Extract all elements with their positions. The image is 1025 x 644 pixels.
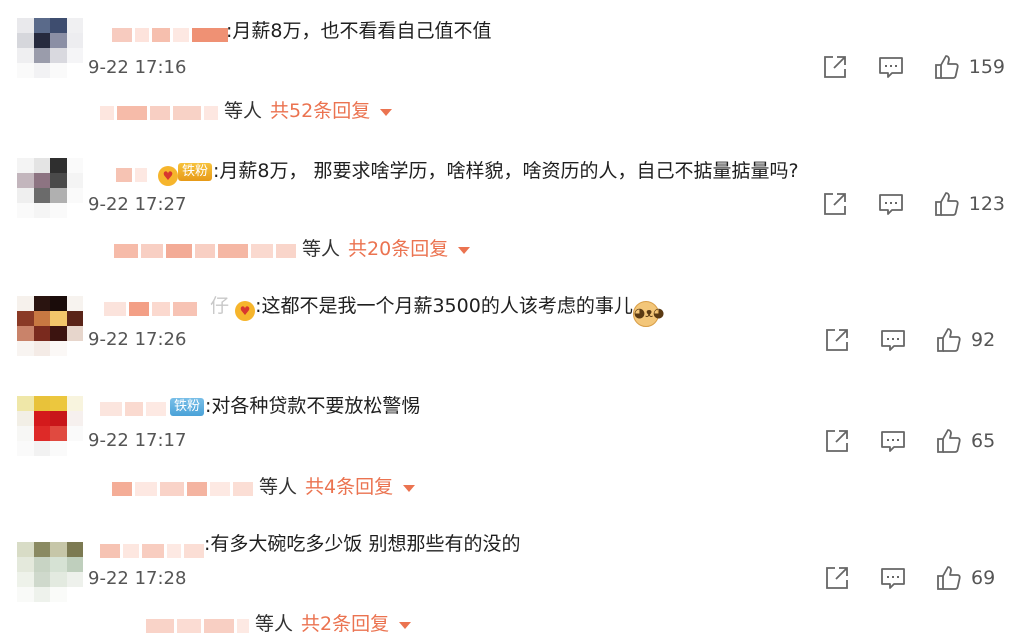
action-bar: 92 bbox=[823, 325, 1005, 355]
like-count: 69 bbox=[971, 567, 996, 589]
comment-icon[interactable] bbox=[879, 564, 907, 592]
comment-text: :有多大碗吃多少饭 别想那些有的没的 bbox=[204, 533, 521, 555]
action-bar: 69 bbox=[823, 563, 1005, 593]
caret-down-icon[interactable] bbox=[458, 246, 471, 254]
share-icon[interactable] bbox=[821, 53, 849, 81]
comment-item: :月薪8万，也不看看自己值不值 9-22 17:16 159 等人 共52条回复 bbox=[0, 0, 1025, 140]
thumbs-up-icon[interactable] bbox=[935, 427, 963, 455]
comment-text: 铁粉:对各种贷款不要放松警惕 bbox=[170, 394, 420, 418]
reply-summary[interactable]: 等人 共52条回复 bbox=[100, 98, 393, 124]
reply-people-label: 等人 bbox=[302, 238, 341, 260]
avatar[interactable] bbox=[17, 18, 83, 78]
reply-total-link[interactable]: 共20条回复 bbox=[348, 236, 448, 262]
comment-icon[interactable] bbox=[879, 427, 907, 455]
username-redacted[interactable] bbox=[112, 24, 228, 42]
fan-heart-icon: ♥ bbox=[235, 301, 256, 321]
reply-summary[interactable]: 等人 共2条回复 bbox=[146, 611, 412, 637]
thumbs-up-icon[interactable] bbox=[935, 564, 963, 592]
username-tail[interactable]: 仔 bbox=[210, 295, 229, 317]
like-count: 92 bbox=[971, 329, 996, 351]
comment-item: 铁粉:对各种贷款不要放松警惕 9-22 17:17 65 等人 共4条回复 bbox=[0, 380, 1025, 516]
comment-time: 9-22 17:26 bbox=[88, 329, 187, 350]
comment-time: 9-22 17:17 bbox=[88, 430, 187, 451]
comment-item: ♥ 铁粉:月薪8万， 那要求啥学历，啥样貌，啥资历的人，自己不掂量掂量吗? 9-2… bbox=[0, 140, 1025, 280]
reply-people-label: 等人 bbox=[224, 100, 263, 122]
reply-total-link[interactable]: 共4条回复 bbox=[305, 474, 393, 500]
reply-usernames-redacted bbox=[114, 240, 296, 258]
comment-item: 仔 ♥:这都不是我一个月薪3500的人该考虑的事儿◕ᴥ◕ 9-22 17:26 … bbox=[0, 280, 1025, 380]
thumbs-up-icon[interactable] bbox=[933, 53, 961, 81]
comment-text: ♥ 铁粉:月薪8万， 那要求啥学历，啥样貌，啥资历的人，自己不掂量掂量吗? bbox=[158, 159, 799, 186]
reply-usernames-redacted bbox=[112, 478, 253, 496]
reply-summary[interactable]: 等人 共20条回复 bbox=[114, 236, 471, 262]
comment-icon[interactable] bbox=[877, 53, 905, 81]
like-count: 65 bbox=[971, 430, 996, 452]
share-icon[interactable] bbox=[821, 190, 849, 218]
share-icon[interactable] bbox=[823, 326, 851, 354]
like-count: 123 bbox=[968, 193, 1005, 215]
like-count: 159 bbox=[968, 56, 1005, 78]
avatar[interactable] bbox=[17, 396, 83, 456]
reply-total-link[interactable]: 共52条回复 bbox=[270, 98, 370, 124]
comment-text: 仔 ♥:这都不是我一个月薪3500的人该考虑的事儿◕ᴥ◕ bbox=[210, 294, 664, 327]
avatar[interactable] bbox=[17, 296, 83, 356]
thumbs-up-icon[interactable] bbox=[935, 326, 963, 354]
action-bar: 159 bbox=[821, 52, 1005, 82]
fan-heart-icon: ♥ bbox=[158, 166, 178, 186]
comment-item: :有多大碗吃多少饭 别想那些有的没的 9-22 17:28 69 等人 共2条回… bbox=[0, 516, 1025, 644]
avatar[interactable] bbox=[17, 542, 83, 602]
reply-total-link[interactable]: 共2条回复 bbox=[301, 611, 389, 637]
avatar[interactable] bbox=[17, 158, 83, 218]
reply-usernames-redacted bbox=[146, 615, 249, 633]
comment-time: 9-22 17:28 bbox=[88, 568, 187, 589]
username-redacted[interactable] bbox=[100, 540, 204, 558]
reply-people-label: 等人 bbox=[255, 613, 294, 635]
comment-text: :月薪8万，也不看看自己值不值 bbox=[226, 20, 492, 42]
reply-people-label: 等人 bbox=[259, 476, 298, 498]
action-bar: 65 bbox=[823, 426, 1005, 456]
fan-badge: 铁粉 bbox=[170, 398, 205, 416]
thumbs-up-icon[interactable] bbox=[933, 190, 961, 218]
share-icon[interactable] bbox=[823, 427, 851, 455]
fan-badge: 铁粉 bbox=[178, 163, 213, 181]
comment-time: 9-22 17:27 bbox=[88, 194, 187, 215]
comment-icon[interactable] bbox=[879, 326, 907, 354]
reply-summary[interactable]: 等人 共4条回复 bbox=[112, 474, 416, 500]
comment-icon[interactable] bbox=[877, 190, 905, 218]
reply-usernames-redacted bbox=[100, 102, 218, 120]
username-redacted[interactable] bbox=[104, 298, 197, 316]
username-redacted[interactable] bbox=[116, 164, 147, 182]
comment-time: 9-22 17:16 bbox=[88, 57, 187, 78]
caret-down-icon[interactable] bbox=[380, 108, 393, 116]
caret-down-icon[interactable] bbox=[399, 621, 412, 629]
doge-emoji-icon: ◕ᴥ◕ bbox=[632, 301, 664, 327]
username-redacted[interactable] bbox=[100, 398, 166, 416]
action-bar: 123 bbox=[821, 189, 1005, 219]
share-icon[interactable] bbox=[823, 564, 851, 592]
caret-down-icon[interactable] bbox=[403, 484, 416, 492]
